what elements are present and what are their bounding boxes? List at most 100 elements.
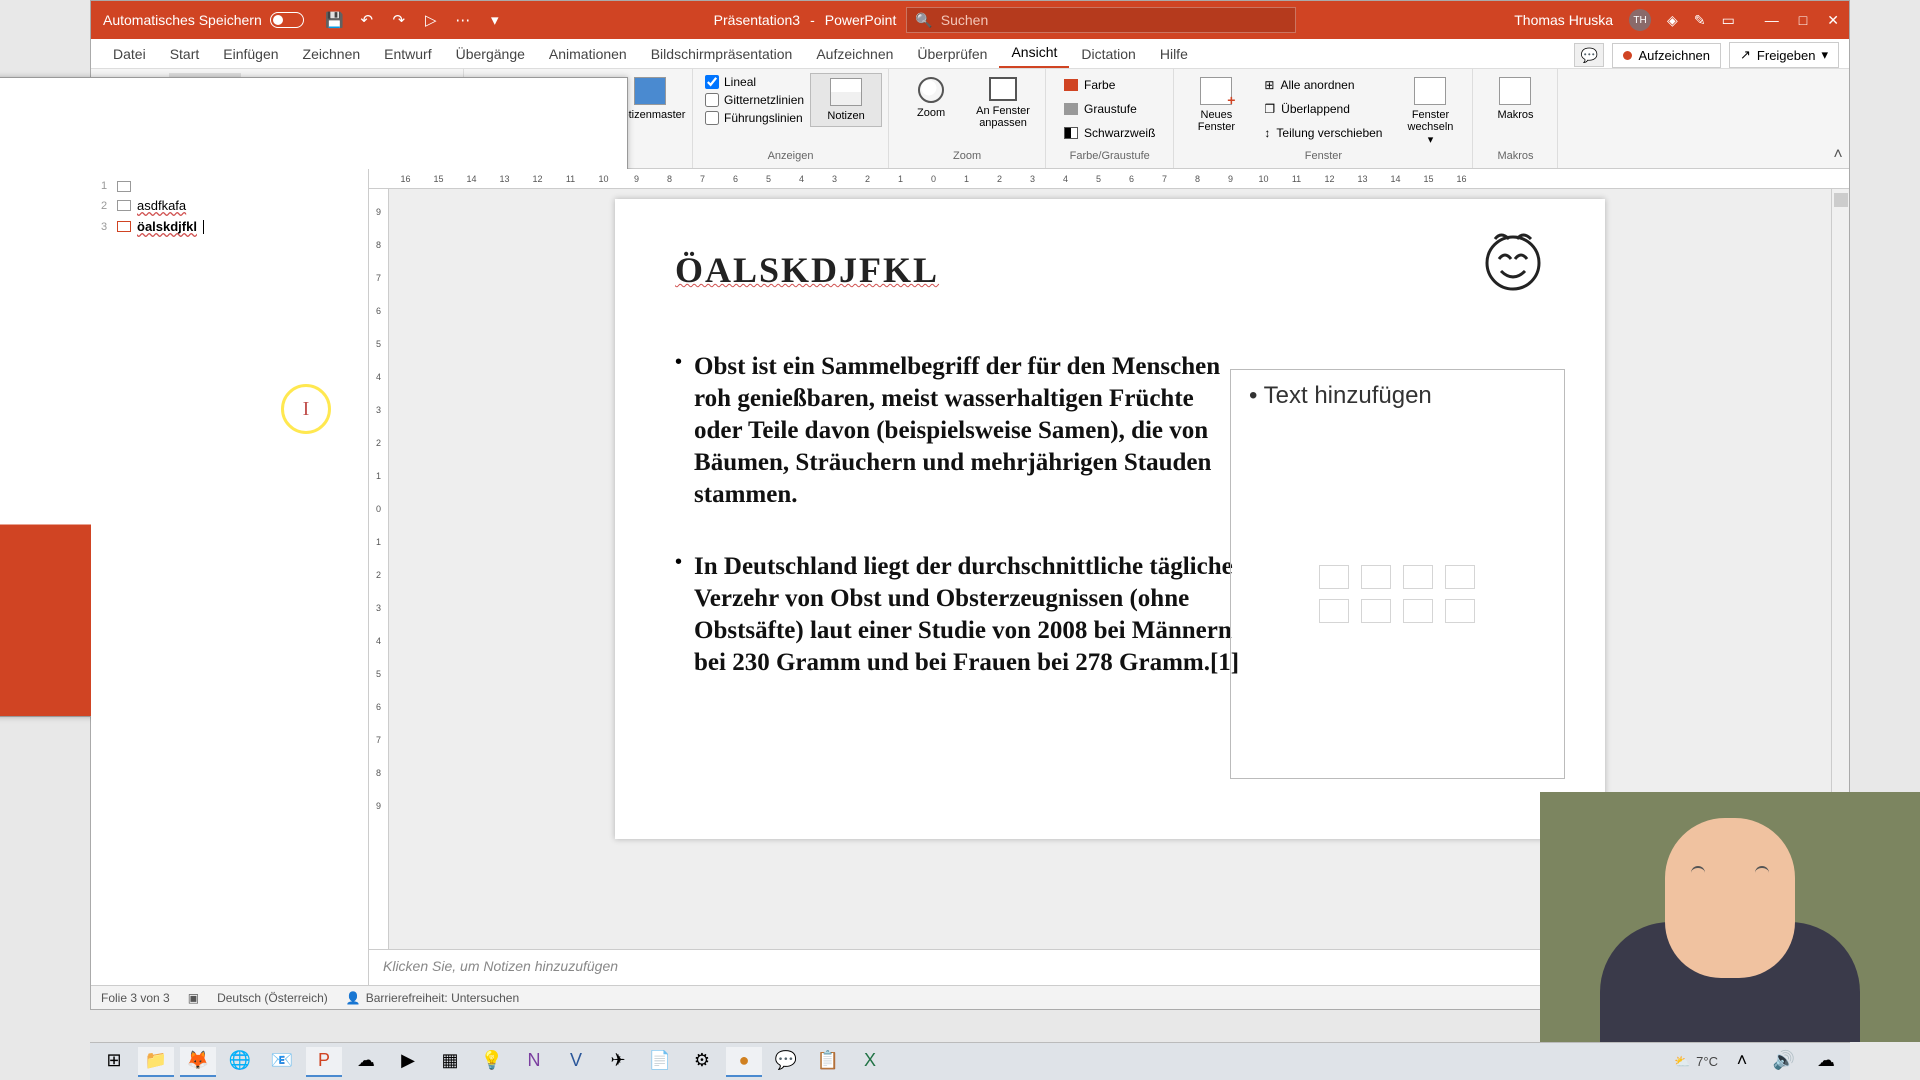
- start-from-beginning-icon[interactable]: ▷: [420, 9, 442, 31]
- user-avatar[interactable]: TH: [1629, 9, 1651, 31]
- tray-chevron[interactable]: ˄: [1724, 1047, 1760, 1077]
- tab-start[interactable]: Start: [158, 40, 212, 68]
- outline-item[interactable]: 2 asdfkafa: [95, 195, 364, 216]
- guides-checkbox[interactable]: Führungslinien: [705, 111, 804, 125]
- new-window-button[interactable]: Neues Fenster: [1180, 73, 1252, 137]
- tab-ueberpruefen[interactable]: Überprüfen: [905, 40, 999, 68]
- arrange-all-button[interactable]: ⊞Alle anordnen: [1258, 75, 1388, 95]
- autosave-label: Automatisches Speichern: [103, 12, 262, 28]
- insert-3d-icon[interactable]: [1445, 565, 1475, 589]
- telegram-icon[interactable]: ✈: [600, 1047, 636, 1077]
- doc-name: Präsentation3: [714, 12, 800, 28]
- insert-table-icon[interactable]: [1319, 565, 1349, 589]
- search-icon: 🔍: [915, 12, 932, 29]
- outlook-icon[interactable]: 📧: [264, 1047, 300, 1077]
- makros-group-label: Makros: [1479, 150, 1551, 164]
- explorer-icon[interactable]: 📁: [138, 1047, 174, 1077]
- display-settings-icon[interactable]: ▭: [1722, 12, 1735, 29]
- content-placeholder[interactable]: • Text hinzufügen: [1230, 369, 1565, 779]
- start-button[interactable]: ⊞: [96, 1047, 132, 1077]
- switch-windows-button[interactable]: Fenster wechseln▾: [1394, 73, 1466, 150]
- notes-button[interactable]: Notizen: [810, 73, 882, 127]
- insert-picture-icon[interactable]: [1319, 599, 1349, 623]
- slide-icon: [117, 200, 131, 211]
- grayscale-button[interactable]: Graustufe: [1058, 99, 1161, 119]
- outline-item[interactable]: 1: [95, 177, 364, 195]
- cascade-button[interactable]: ❐Überlappend: [1258, 99, 1388, 119]
- autosave-toggle[interactable]: [270, 12, 304, 28]
- tray-icon-1[interactable]: 🔊: [1766, 1047, 1802, 1077]
- insert-icon-icon[interactable]: [1445, 599, 1475, 623]
- tab-dictation[interactable]: Dictation: [1069, 40, 1147, 68]
- comments-button[interactable]: 💬: [1574, 43, 1604, 67]
- insert-smartart-icon[interactable]: [1403, 565, 1433, 589]
- zoom-button[interactable]: Zoom: [895, 73, 967, 123]
- blackwhite-button[interactable]: Schwarzweiß: [1058, 123, 1161, 143]
- app-icon[interactable]: ☁: [348, 1047, 384, 1077]
- tab-entwurf[interactable]: Entwurf: [372, 40, 443, 68]
- qat-more-icon[interactable]: ⋯: [452, 9, 474, 31]
- app4-icon[interactable]: 📄: [642, 1047, 678, 1077]
- outline-item[interactable]: 3 öalskdjfkl: [95, 216, 364, 237]
- obs-icon[interactable]: ⚙: [684, 1047, 720, 1077]
- app2-icon[interactable]: ▦: [432, 1047, 468, 1077]
- qat-customize-icon[interactable]: ▾: [484, 9, 506, 31]
- tab-bildschirm[interactable]: Bildschirmpräsentation: [639, 40, 805, 68]
- app3-icon[interactable]: 💡: [474, 1047, 510, 1077]
- taskbar[interactable]: ⊞ 📁 🦊 🌐 📧 P ☁ ▶ ▦ 💡 N V ✈ 📄 ⚙ ● 💬 📋 X ⛅ …: [90, 1042, 1850, 1080]
- vlc-icon[interactable]: ▶: [390, 1047, 426, 1077]
- accessibility-button[interactable]: 👤 Barrierefreiheit: Untersuchen: [346, 991, 519, 1005]
- tab-hilfe[interactable]: Hilfe: [1148, 40, 1200, 68]
- color-button[interactable]: Farbe: [1058, 75, 1161, 95]
- insert-video-icon[interactable]: [1403, 599, 1433, 623]
- tab-datei[interactable]: Datei: [101, 40, 158, 68]
- share-icon: ↗: [1740, 47, 1751, 63]
- collapse-ribbon-button[interactable]: ˄: [1827, 146, 1849, 168]
- tab-animationen[interactable]: Animationen: [537, 40, 639, 68]
- tab-aufzeichnen[interactable]: Aufzeichnen: [804, 40, 905, 68]
- freigeben-button[interactable]: ↗ Freigeben ▾: [1729, 42, 1839, 68]
- outline-pane[interactable]: 1 2 asdfkafa 3 öalskdjfkl I: [91, 169, 369, 985]
- visio-icon[interactable]: V: [558, 1047, 594, 1077]
- app6-icon[interactable]: 📋: [810, 1047, 846, 1077]
- undo-icon[interactable]: ↶: [356, 9, 378, 31]
- smiley-icon[interactable]: [1481, 229, 1545, 303]
- firefox-icon[interactable]: 🦊: [180, 1047, 216, 1077]
- aufzeichnen-button[interactable]: Aufzeichnen: [1612, 43, 1721, 68]
- tab-einfuegen[interactable]: Einfügen: [211, 40, 290, 68]
- weather-widget[interactable]: ⛅ 7°C: [1674, 1054, 1718, 1070]
- excel-icon[interactable]: X: [852, 1047, 888, 1077]
- move-split-button[interactable]: ↕Teilung verschieben: [1258, 123, 1388, 143]
- webcam-overlay: [1540, 792, 1920, 1042]
- search-box[interactable]: 🔍 Suchen: [906, 7, 1296, 33]
- slide-icon: [117, 181, 131, 192]
- insert-chart-icon[interactable]: [1361, 565, 1391, 589]
- onenote-icon[interactable]: N: [516, 1047, 552, 1077]
- language-indicator[interactable]: Deutsch (Österreich): [217, 991, 328, 1005]
- fit-to-window-button[interactable]: An Fenster anpassen: [967, 73, 1039, 133]
- powerpoint-icon[interactable]: P: [306, 1047, 342, 1077]
- save-icon[interactable]: 💾: [324, 9, 346, 31]
- close-button[interactable]: ✕: [1827, 12, 1839, 29]
- macros-button[interactable]: Makros: [1479, 73, 1551, 125]
- tab-ansicht[interactable]: Ansicht: [999, 38, 1069, 68]
- gridlines-checkbox[interactable]: Gitternetzlinien: [705, 93, 804, 107]
- tray-icon-2[interactable]: ☁: [1808, 1047, 1844, 1077]
- chrome-icon[interactable]: 🌐: [222, 1047, 258, 1077]
- app5-icon[interactable]: ●: [726, 1047, 762, 1077]
- slide[interactable]: ÖALSKDJFKL Obst ist ein Sammelbegriff de…: [615, 199, 1605, 839]
- slide-body[interactable]: Obst ist ein Sammelbegriff der für den M…: [675, 351, 1245, 679]
- minimize-button[interactable]: —: [1765, 12, 1779, 29]
- insert-online-picture-icon[interactable]: [1361, 599, 1391, 623]
- tab-uebergaenge[interactable]: Übergänge: [444, 40, 537, 68]
- maximize-button[interactable]: □: [1799, 12, 1807, 29]
- redo-icon[interactable]: ↷: [388, 9, 410, 31]
- chevron-down-icon: ▾: [1821, 47, 1828, 63]
- horizontal-ruler: 1615141312111098765432101234567891011121…: [369, 169, 1849, 189]
- tab-zeichnen[interactable]: Zeichnen: [291, 40, 373, 68]
- ruler-checkbox[interactable]: Lineal: [705, 75, 804, 89]
- discord-icon[interactable]: 💬: [768, 1047, 804, 1077]
- diamond-icon[interactable]: ◈: [1667, 12, 1678, 29]
- pen-icon[interactable]: ✎: [1694, 12, 1706, 29]
- slide-title[interactable]: ÖALSKDJFKL: [675, 249, 1545, 291]
